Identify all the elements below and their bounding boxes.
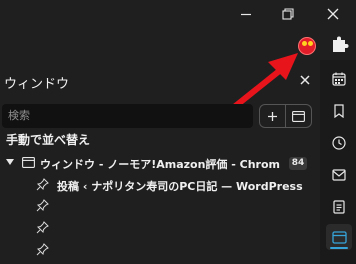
window-row[interactable]: ウィンドウ - ノーモア!Amazon評価 - Chrome ウ… 84 (0, 154, 312, 172)
puzzle-icon (333, 36, 349, 52)
tab-row[interactable]: 投稿 ‹ ナポリタン寿司のPC日記 — WordPress (0, 175, 312, 195)
calendar-icon (332, 72, 346, 86)
restore-icon (282, 8, 294, 20)
side-panel: ウィンドウ 検索 手動で並べ替え ウィンドウ - ノーモア!Amazon評価 -… (0, 60, 320, 264)
pin-icon[interactable] (36, 178, 49, 191)
tab-row[interactable] (0, 240, 312, 260)
close-icon (327, 8, 339, 20)
history-button[interactable] (326, 130, 352, 156)
caret-down-icon[interactable] (6, 158, 14, 166)
search-input[interactable]: 検索 (2, 104, 253, 128)
calendar-button[interactable] (326, 66, 352, 92)
plus-icon (268, 111, 277, 121)
side-panel-toolbar (320, 60, 356, 264)
bookmark-icon (334, 104, 344, 118)
close-icon (300, 75, 310, 85)
pin-icon[interactable] (36, 221, 49, 234)
minimize-icon (241, 13, 251, 16)
extensions-button[interactable] (330, 34, 350, 54)
window-view-button[interactable] (285, 105, 311, 127)
tab-window-button[interactable] (326, 224, 352, 250)
mail-button[interactable] (326, 162, 352, 188)
panel-action-buttons (259, 104, 312, 128)
add-button[interactable] (260, 105, 285, 127)
bookmarks-button[interactable] (326, 98, 352, 124)
title-bar (0, 0, 356, 28)
restore-button[interactable] (266, 0, 310, 28)
minimize-button[interactable] (224, 0, 268, 28)
reading-list-button[interactable] (326, 194, 352, 220)
history-icon (332, 136, 346, 150)
tab-title: 投稿 ‹ ナポリタン寿司のPC日記 — WordPress (57, 180, 303, 193)
tab-window-icon (331, 230, 347, 244)
panel-title: ウィンドウ (4, 77, 70, 92)
close-window-button[interactable] (311, 0, 355, 28)
tab-row[interactable] (0, 218, 312, 238)
sort-section-title: 手動で並べ替え (6, 133, 91, 147)
profile-avatar[interactable] (298, 37, 316, 55)
window-icon (292, 110, 305, 122)
mail-icon (332, 169, 346, 181)
reading-list-icon (333, 200, 345, 214)
tab-row[interactable] (0, 196, 312, 216)
window-label: ウィンドウ - ノーモア!Amazon評価 - Chrome ウ… (40, 158, 280, 171)
pin-icon[interactable] (36, 199, 49, 212)
panel-close-button[interactable] (296, 71, 314, 89)
pin-icon[interactable] (36, 243, 49, 256)
tab-count-badge: 84 (289, 157, 307, 170)
window-icon (22, 157, 35, 168)
